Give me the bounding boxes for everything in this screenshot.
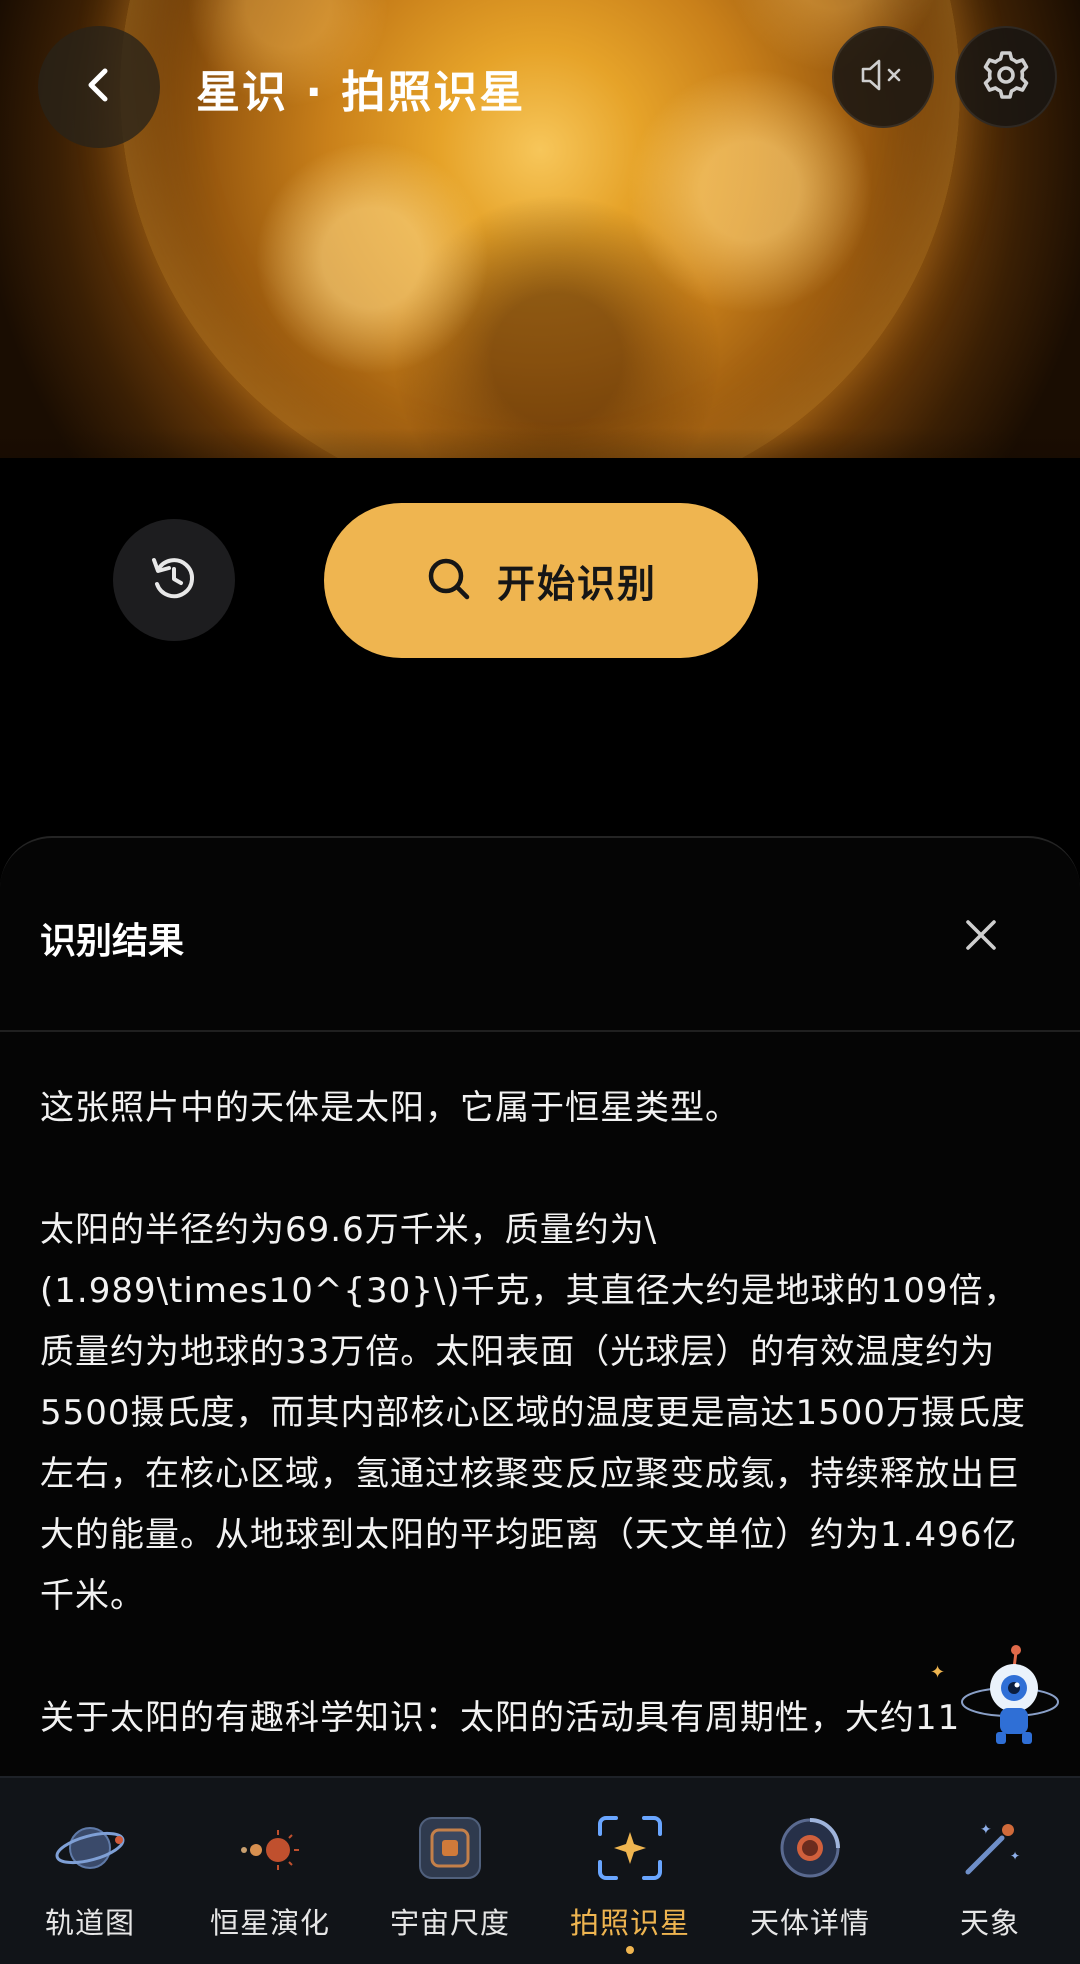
speaker-muted-icon bbox=[859, 55, 907, 99]
nav-label: 宇宙尺度 bbox=[389, 1906, 510, 1940]
mute-button[interactable] bbox=[832, 26, 934, 128]
orbit-icon bbox=[50, 1808, 130, 1888]
nav-label: 天体详情 bbox=[749, 1906, 870, 1940]
nav-label: 轨道图 bbox=[44, 1906, 135, 1940]
nav-label: 恒星演化 bbox=[209, 1906, 330, 1940]
cosmic-scale-icon bbox=[410, 1808, 490, 1888]
result-panel: 识别结果 这张照片中的天体是太阳，它属于恒星类型。 太阳的半径约为69.6万千米… bbox=[0, 836, 1080, 1778]
back-button[interactable] bbox=[38, 26, 160, 148]
close-button[interactable] bbox=[954, 910, 1008, 964]
nav-item-star-evolution[interactable]: 恒星演化 bbox=[180, 1778, 360, 1964]
assistant-mascot[interactable]: ✦ bbox=[930, 1640, 1060, 1750]
nav-item-cosmic-scale[interactable]: 宇宙尺度 bbox=[360, 1778, 540, 1964]
bottom-nav: 轨道图 恒星演化 宇宙尺度 拍照识星 天体详情 ✦ ✦ 天象 bbox=[0, 1776, 1080, 1964]
result-paragraph: 太阳的半径约为69.6万千米，质量约为\(1.989\times10^{30}\… bbox=[40, 1210, 1027, 1616]
close-icon bbox=[964, 918, 998, 956]
nav-item-celestial-detail[interactable]: 天体详情 bbox=[720, 1778, 900, 1964]
settings-button[interactable] bbox=[955, 26, 1057, 128]
result-paragraph: 这张照片中的天体是太阳，它属于恒星类型。 bbox=[40, 1088, 740, 1128]
result-text: 这张照片中的天体是太阳，它属于恒星类型。 太阳的半径约为69.6万千米，质量约为… bbox=[40, 1078, 1040, 1778]
start-recognition-label: 开始识别 bbox=[496, 562, 657, 606]
active-indicator bbox=[626, 1946, 634, 1954]
nav-label: 天象 bbox=[959, 1906, 1020, 1940]
result-panel-title: 识别结果 bbox=[40, 921, 185, 962]
page-title: 星识 · 拍照识星 bbox=[196, 67, 526, 118]
nav-label: 拍照识星 bbox=[569, 1906, 690, 1940]
celestial-detail-icon bbox=[770, 1808, 850, 1888]
result-paragraph: 关于太阳的有趣科学知识：太阳的活动具有周期性，大约11 bbox=[40, 1698, 961, 1738]
star-evolution-icon bbox=[230, 1808, 310, 1888]
panel-divider bbox=[0, 1030, 1080, 1032]
start-recognition-button[interactable]: 开始识别 bbox=[324, 503, 758, 658]
gear-icon bbox=[978, 47, 1034, 107]
svg-text:✦: ✦ bbox=[1010, 1849, 1020, 1863]
nav-item-astronomical-event[interactable]: ✦ ✦ 天象 bbox=[900, 1778, 1080, 1964]
reset-button[interactable] bbox=[113, 519, 235, 641]
photo-identify-icon bbox=[590, 1808, 670, 1888]
svg-text:✦: ✦ bbox=[980, 1822, 992, 1838]
refresh-icon bbox=[144, 548, 204, 612]
chevron-left-icon bbox=[79, 65, 119, 109]
app-root: 星识 · 拍照识星 开始识别 识别结果 这张照片中的天体是太阳，它属于恒星类型。… bbox=[0, 0, 1080, 1964]
svg-text:✦: ✦ bbox=[930, 1662, 945, 1683]
nav-item-orbit[interactable]: 轨道图 bbox=[0, 1778, 180, 1964]
search-icon bbox=[425, 555, 473, 607]
astronomical-event-icon: ✦ ✦ bbox=[950, 1808, 1030, 1888]
nav-item-photo-identify[interactable]: 拍照识星 bbox=[540, 1778, 720, 1964]
robot-astronaut-icon: ✦ bbox=[930, 1645, 1059, 1744]
